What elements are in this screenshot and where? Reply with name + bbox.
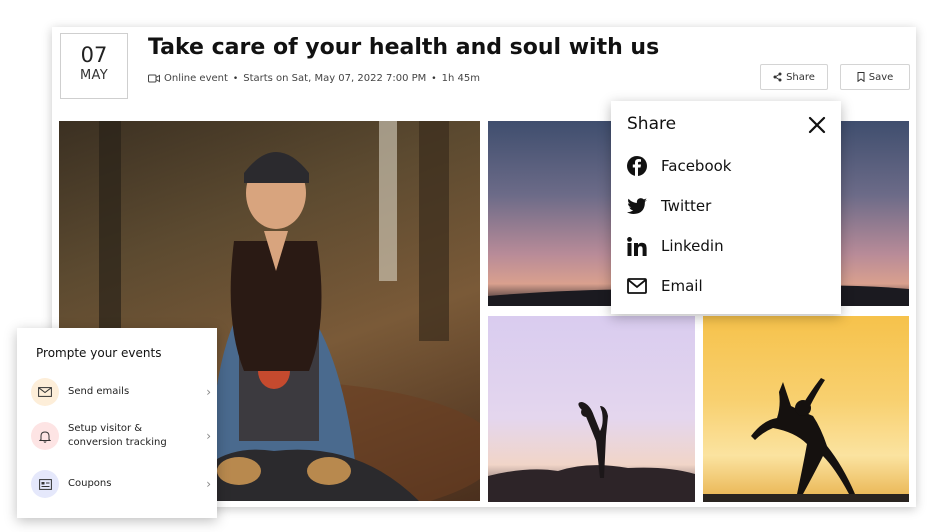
- facebook-icon: [627, 156, 647, 176]
- share-linkedin-label: Linkedin: [661, 237, 724, 255]
- envelope-icon: [31, 378, 59, 406]
- event-photo-dance-silhouette: [703, 316, 909, 502]
- share-twitter-label: Twitter: [661, 197, 712, 215]
- share-button-label: Share: [786, 71, 815, 83]
- bookmark-icon: [857, 72, 865, 82]
- share-email[interactable]: Email: [627, 273, 703, 299]
- promote-events-card: Prompte your events Send emails › Setup …: [17, 328, 217, 518]
- share-twitter[interactable]: Twitter: [627, 193, 711, 219]
- share-linkedin[interactable]: Linkedin: [627, 233, 724, 259]
- close-icon[interactable]: [807, 115, 827, 135]
- bell-icon: [31, 422, 59, 450]
- event-month: MAY: [80, 68, 108, 83]
- event-date-badge: 07 MAY: [60, 33, 128, 99]
- chevron-right-icon: ›: [206, 385, 211, 399]
- event-duration: 1h 45m: [441, 73, 480, 84]
- save-button[interactable]: Save: [840, 64, 910, 90]
- share-button[interactable]: Share: [760, 64, 828, 90]
- share-popup-title: Share: [627, 114, 677, 134]
- event-day: 07: [80, 43, 108, 67]
- promote-tracking[interactable]: Setup visitor & conversion tracking ›: [31, 422, 211, 450]
- event-meta: Online event • Starts on Sat, May 07, 20…: [148, 73, 480, 84]
- coupon-icon: [31, 470, 59, 498]
- share-facebook[interactable]: Facebook: [627, 153, 731, 179]
- event-photo-yoga-silhouette: [488, 316, 695, 502]
- event-title: Take care of your health and soul with u…: [148, 35, 660, 60]
- share-facebook-label: Facebook: [661, 157, 732, 175]
- meta-separator: •: [431, 73, 437, 84]
- video-camera-icon: [148, 74, 160, 83]
- meta-separator: •: [232, 73, 239, 84]
- mail-icon: [627, 278, 647, 294]
- promote-coupons[interactable]: Coupons ›: [31, 470, 211, 498]
- promote-send-emails-label: Send emails: [68, 386, 130, 397]
- share-popup: Share Facebook Twitter Linkedin Email: [611, 101, 841, 314]
- promote-send-emails[interactable]: Send emails ›: [31, 378, 211, 406]
- promote-title: Prompte your events: [36, 346, 162, 360]
- linkedin-icon: [627, 236, 647, 256]
- event-start-time: Starts on Sat, May 07, 2022 7:00 PM: [243, 73, 427, 84]
- promote-coupons-label: Coupons: [68, 478, 112, 489]
- event-type: Online event: [164, 73, 228, 84]
- share-icon: [773, 72, 782, 82]
- share-email-label: Email: [661, 277, 703, 295]
- twitter-icon: [627, 197, 647, 214]
- chevron-right-icon: ›: [206, 477, 211, 491]
- save-button-label: Save: [868, 71, 894, 83]
- chevron-right-icon: ›: [206, 429, 211, 443]
- promote-tracking-label: Setup visitor & conversion tracking: [68, 423, 167, 448]
